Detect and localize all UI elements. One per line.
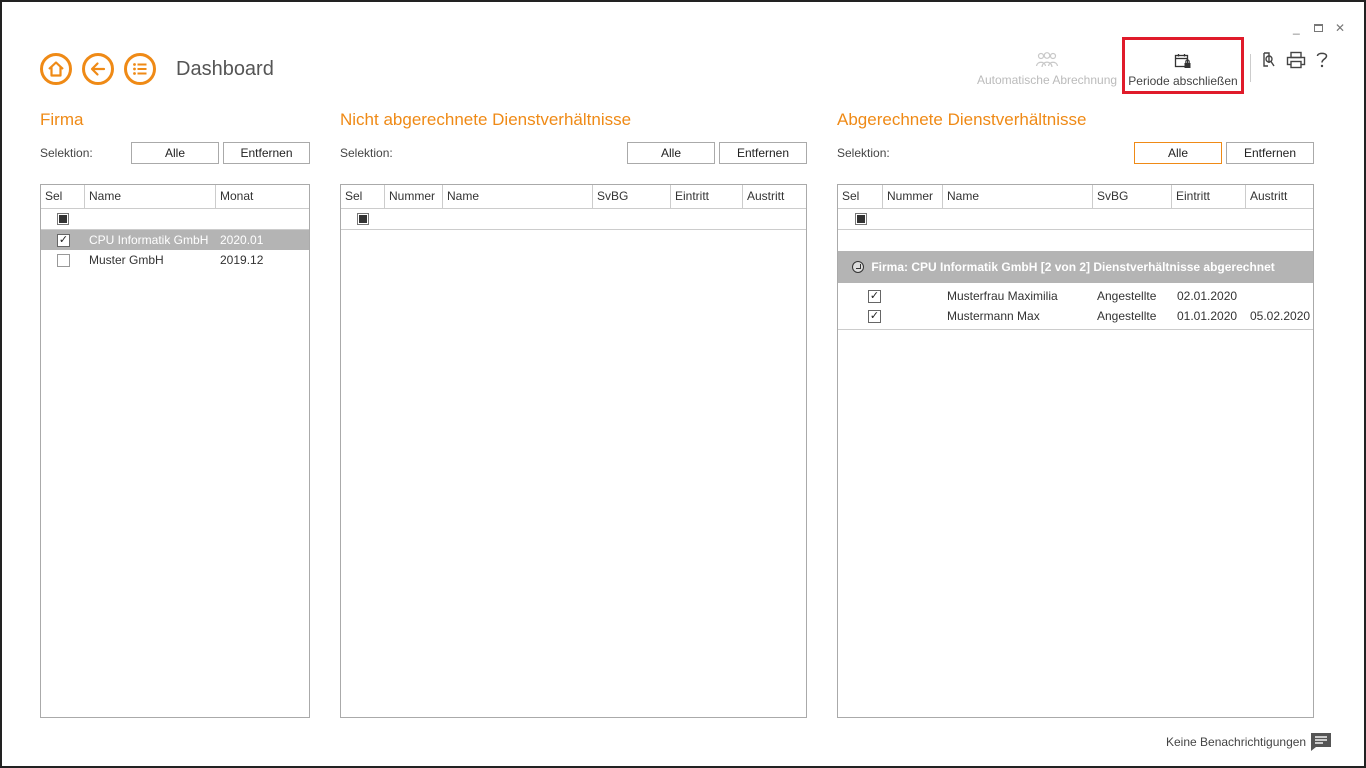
unbilled-select-all-button[interactable]: Alle: [627, 142, 715, 164]
firma-title: Firma: [40, 110, 84, 129]
billed-selection-label: Selektion:: [837, 146, 890, 160]
column-header-name[interactable]: Name: [443, 185, 593, 208]
firma-selection-label: Selektion:: [40, 146, 93, 160]
firma-select-all-button[interactable]: Alle: [131, 142, 219, 164]
column-header-eintritt[interactable]: Eintritt: [671, 185, 743, 208]
notifications-status[interactable]: Keine Benachrichtigungen: [1166, 735, 1306, 749]
table-row[interactable]: ✓ CPU Informatik GmbH 2020.01: [41, 230, 309, 250]
home-button[interactable]: [40, 53, 72, 85]
unbilled-filter-row: [341, 209, 806, 230]
notifications-button[interactable]: [1310, 732, 1332, 755]
row-checkbox[interactable]: ✓: [868, 310, 881, 323]
row-monat: 2019.12: [220, 253, 264, 267]
close-period-label: Periode abschließen: [1128, 74, 1238, 88]
page-title: Dashboard: [176, 58, 274, 80]
firma-grid-header: Sel Name Monat: [41, 185, 309, 209]
column-header-nummer[interactable]: Nummer: [385, 185, 443, 208]
row-checkbox[interactable]: [57, 254, 70, 267]
collapse-arrow-icon[interactable]: [852, 261, 864, 273]
magnifier-document-icon: [1263, 52, 1275, 67]
row-eintritt: 01.01.2020: [1177, 309, 1238, 323]
app-window: _ ✕ Dashboard Automatische Abrechnung Pe…: [0, 0, 1366, 768]
printer-icon: [1286, 51, 1306, 69]
row-name: Mustermann Max: [947, 309, 1040, 323]
billed-grid-header: Sel Nummer Name SvBG Eintritt Austritt: [838, 185, 1313, 209]
unbilled-selection-label: Selektion:: [340, 146, 393, 160]
firma-filter-row: [41, 209, 309, 230]
row-checkbox[interactable]: ✓: [868, 290, 881, 303]
column-header-name[interactable]: Name: [943, 185, 1093, 208]
billed-remove-button[interactable]: Entfernen: [1226, 142, 1314, 164]
table-row[interactable]: ✓ Mustermann Max Angestellte 01.01.2020 …: [838, 306, 1313, 326]
row-checkbox[interactable]: ✓: [57, 234, 70, 247]
column-header-sel[interactable]: Sel: [838, 185, 883, 208]
search-document-button[interactable]: [1261, 51, 1277, 72]
row-svbg: Angestellte: [1097, 289, 1157, 303]
column-header-svbg[interactable]: SvBG: [1093, 185, 1172, 208]
billed-select-all-checkbox[interactable]: [855, 213, 867, 225]
billed-title: Abgerechnete Dienstverhältnisse: [837, 110, 1087, 129]
column-header-eintritt[interactable]: Eintritt: [1172, 185, 1246, 208]
unbilled-remove-button[interactable]: Entfernen: [719, 142, 807, 164]
column-header-svbg[interactable]: SvBG: [593, 185, 671, 208]
row-name: Musterfrau Maximilia: [947, 289, 1058, 303]
group-row-firma[interactable]: Firma: CPU Informatik GmbH [2 von 2] Die…: [838, 251, 1313, 283]
column-header-nummer[interactable]: Nummer: [883, 185, 943, 208]
column-header-name[interactable]: Name: [85, 185, 216, 208]
unbilled-title: Nicht abgerechnete Dienstverhältnisse: [340, 110, 632, 129]
row-svbg: Angestellte: [1097, 309, 1157, 323]
list-icon: [133, 63, 147, 75]
unbilled-grid-header: Sel Nummer Name SvBG Eintritt Austritt: [341, 185, 806, 209]
unbilled-grid: Sel Nummer Name SvBG Eintritt Austritt: [340, 184, 807, 718]
billed-select-all-button[interactable]: Alle: [1134, 142, 1222, 164]
row-name: CPU Informatik GmbH: [89, 233, 209, 247]
automatic-billing-label: Automatische Abrechnung: [976, 73, 1118, 87]
menu-list-button[interactable]: [124, 53, 156, 85]
maximize-button[interactable]: [1314, 22, 1323, 34]
row-eintritt: 02.01.2020: [1177, 289, 1238, 303]
column-header-austritt[interactable]: Austritt: [743, 185, 807, 208]
firma-grid: Sel Name Monat ✓ CPU Informatik GmbH 202…: [40, 184, 310, 718]
calendar-lock-icon: [1174, 54, 1191, 68]
maximize-icon: [1314, 24, 1323, 32]
table-row[interactable]: Muster GmbH 2019.12: [41, 250, 309, 270]
billed-grid: Sel Nummer Name SvBG Eintritt Austritt F…: [837, 184, 1314, 718]
users-group-icon: [1035, 52, 1059, 68]
close-period-button[interactable]: Periode abschließen: [1122, 37, 1244, 94]
rows-divider: [838, 326, 1313, 330]
home-icon: [48, 61, 64, 77]
unbilled-select-all-checkbox[interactable]: [357, 213, 369, 225]
firma-remove-button[interactable]: Entfernen: [223, 142, 310, 164]
table-row[interactable]: ✓ Musterfrau Maximilia Angestellte 02.01…: [838, 286, 1313, 306]
row-austritt: 05.02.2020: [1250, 309, 1311, 323]
billed-filter-row: [838, 209, 1313, 230]
automatic-billing-button[interactable]: Automatische Abrechnung: [976, 52, 1118, 87]
row-name: Muster GmbH: [89, 253, 164, 267]
group-label: Firma: CPU Informatik GmbH [2 von 2] Die…: [871, 260, 1275, 274]
question-mark-icon: [1316, 52, 1328, 68]
column-header-austritt[interactable]: Austritt: [1246, 185, 1314, 208]
arrow-left-icon: [90, 62, 106, 76]
help-button[interactable]: [1315, 51, 1329, 72]
close-button[interactable]: ✕: [1335, 22, 1345, 34]
toolbar-divider: [1250, 54, 1251, 82]
column-header-sel[interactable]: Sel: [341, 185, 385, 208]
row-monat: 2020.01: [220, 233, 264, 247]
chat-bubble-icon: [1311, 733, 1331, 751]
minimize-button[interactable]: _: [1293, 22, 1300, 34]
print-button[interactable]: [1286, 51, 1306, 72]
firma-select-all-checkbox[interactable]: [57, 213, 69, 225]
column-header-sel[interactable]: Sel: [41, 185, 85, 208]
back-button[interactable]: [82, 53, 114, 85]
column-header-monat[interactable]: Monat: [216, 185, 310, 208]
